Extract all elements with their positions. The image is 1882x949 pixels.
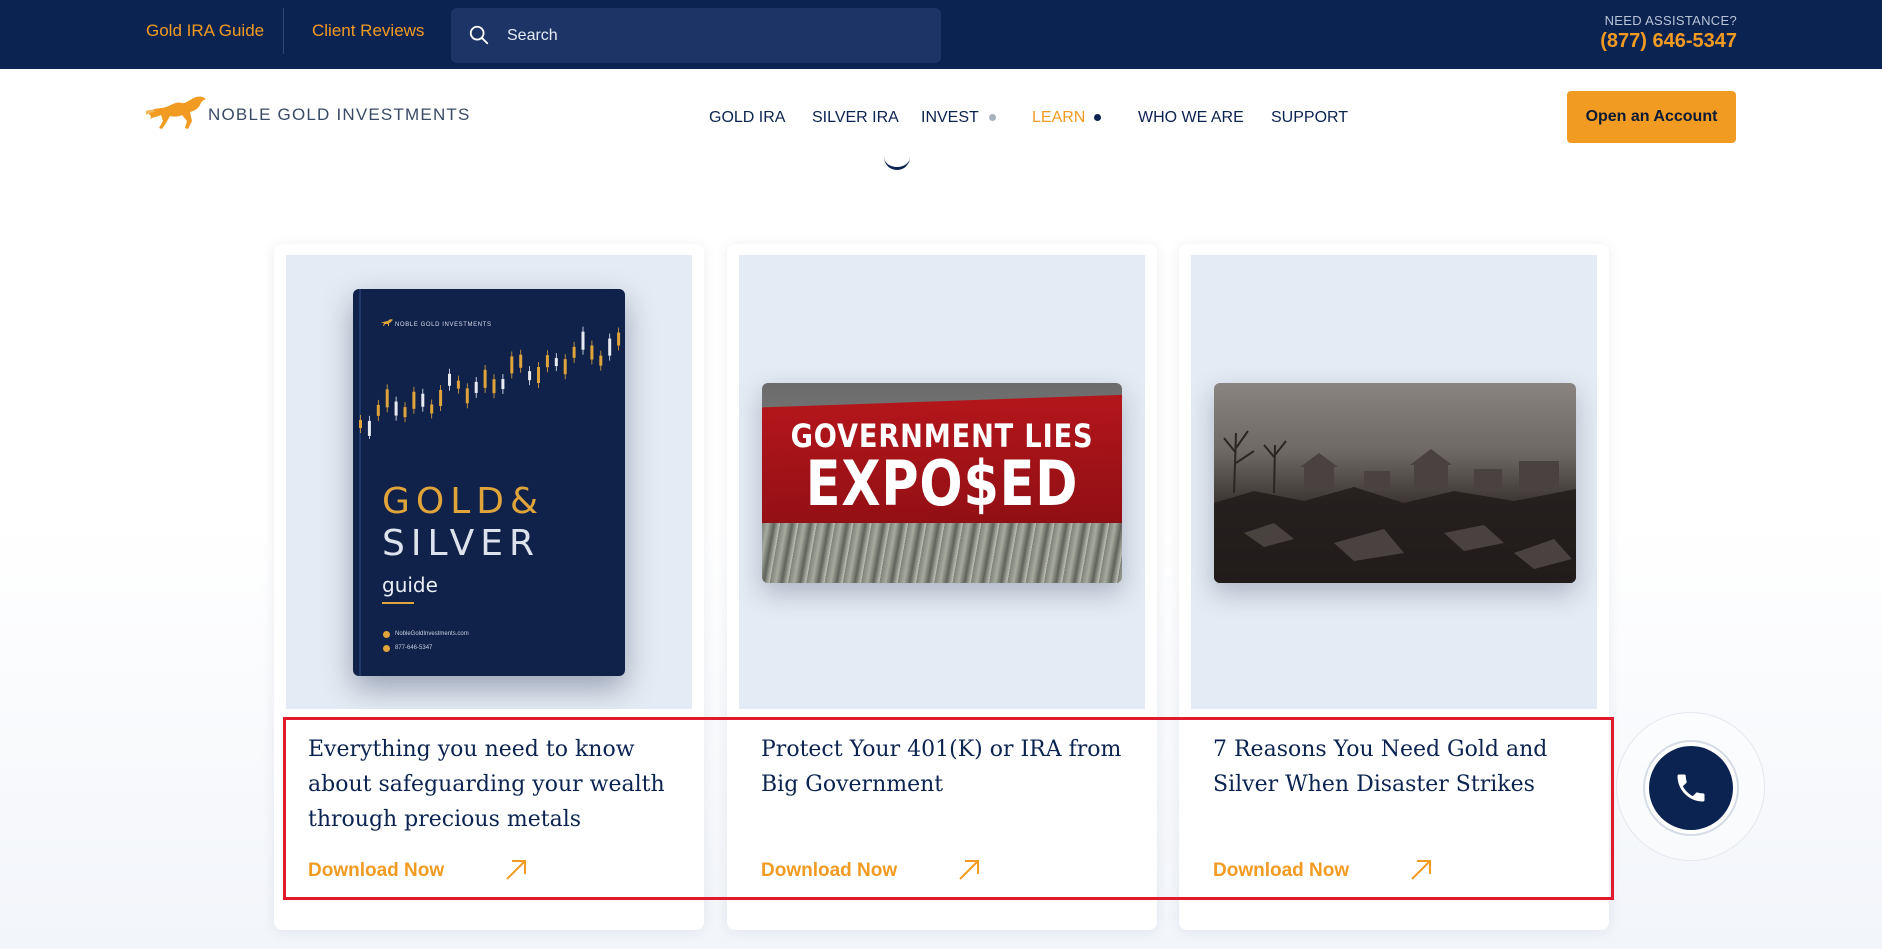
nav-learn[interactable]: LEARN <box>1032 109 1085 127</box>
candle-body <box>465 388 469 404</box>
nav-who-we-are[interactable]: WHO WE ARE <box>1138 109 1244 127</box>
card-title: Protect Your 401(K) or IRA from Big Gove… <box>761 737 1122 797</box>
candle-body <box>359 420 362 428</box>
candle-body <box>439 389 443 406</box>
candle-body <box>367 420 371 436</box>
candlestick-chart-graphic <box>359 326 621 439</box>
book-subtitle: guide <box>382 573 438 597</box>
candle-body <box>537 367 540 384</box>
candle-body <box>599 355 603 366</box>
main-nav: NOBLE GOLD INVESTMENTS GOLD IRA SILVER I… <box>0 69 1882 153</box>
client-reviews-link[interactable]: Client Reviews <box>312 21 424 41</box>
card-media: NOBLE GOLD INVESTMENTS GOLD& SILVER guid… <box>286 255 692 709</box>
search-box[interactable] <box>451 8 941 63</box>
candle-body <box>590 345 594 360</box>
arrow-up-right-icon[interactable] <box>1409 858 1433 882</box>
book-title: GOLD& SILVER <box>382 481 544 565</box>
nav-gold-ira[interactable]: GOLD IRA <box>709 109 785 127</box>
candle-body <box>519 354 523 368</box>
candle-body <box>412 391 416 409</box>
search-input[interactable] <box>507 8 927 63</box>
candle-body <box>617 332 621 346</box>
search-icon <box>469 25 489 45</box>
book-title-gold: GOLD& <box>382 481 545 522</box>
resource-card-gold-silver-guide: NOBLE GOLD INVESTMENTS GOLD& SILVER guid… <box>274 244 704 930</box>
candle-body <box>510 356 514 374</box>
gold-ira-guide-link[interactable]: Gold IRA Guide <box>146 21 264 41</box>
candle-body <box>421 393 425 407</box>
candle-body <box>501 379 505 390</box>
globe-icon <box>383 631 390 638</box>
book-divider <box>382 602 414 604</box>
phone-icon <box>1677 774 1705 802</box>
invest-dropdown-indicator <box>989 114 996 121</box>
phone-small-icon <box>383 645 390 652</box>
government-lies-image: GOVERNMENT LIES EXPO$ED <box>762 383 1122 583</box>
arrow-up-right-icon[interactable] <box>957 858 981 882</box>
candle-body <box>376 404 380 416</box>
call-button[interactable] <box>1649 746 1733 830</box>
candle-body <box>581 331 585 350</box>
need-assistance-label: NEED ASSISTANCE? <box>1604 13 1737 28</box>
disaster-scene-graphic <box>1214 430 1576 583</box>
nav-silver-ira[interactable]: SILVER IRA <box>812 109 899 127</box>
book-website: NobleGoldInvestments.com <box>395 631 469 637</box>
logo[interactable]: NOBLE GOLD INVESTMENTS <box>146 93 476 133</box>
card-media: GOVERNMENT LIES EXPO$ED <box>739 255 1145 709</box>
disaster-photo <box>1214 383 1576 583</box>
candle-body <box>483 369 487 388</box>
logo-text: NOBLE GOLD INVESTMENTS <box>208 105 471 124</box>
partially-hidden-heading <box>884 148 910 170</box>
candle-body <box>608 338 612 356</box>
guide-book-cover: NOBLE GOLD INVESTMENTS GOLD& SILVER guid… <box>353 289 625 676</box>
candle-body <box>572 346 576 358</box>
candle-body <box>448 373 451 386</box>
top-bar: Gold IRA Guide Client Reviews NEED ASSIS… <box>0 0 1882 69</box>
card-title: 7 Reasons You Need Gold and Silver When … <box>1213 737 1548 797</box>
resource-card-government-lies: GOVERNMENT LIES EXPO$ED Protect Your 401… <box>727 244 1157 930</box>
candle-body <box>474 381 478 393</box>
resource-card-disaster: 7 Reasons You Need Gold and Silver When … <box>1179 244 1609 930</box>
top-divider <box>283 8 284 54</box>
candle-body <box>528 371 532 381</box>
candle-body <box>545 355 549 368</box>
candle-body <box>385 389 389 408</box>
assistance-phone-link[interactable]: (877) 646-5347 <box>1600 30 1737 53</box>
image-headline-line-2: EXPO$ED <box>805 447 1079 520</box>
candle-body <box>403 407 407 418</box>
candle-body <box>456 380 460 389</box>
horse-icon <box>146 96 206 129</box>
candle-body <box>430 404 434 414</box>
dollar-bill-graphic <box>762 523 1122 583</box>
card-media <box>1191 255 1597 709</box>
card-title: Everything you need to know about safegu… <box>308 737 665 832</box>
download-now-link[interactable]: Download Now <box>308 860 444 882</box>
download-now-link[interactable]: Download Now <box>761 860 897 882</box>
arrow-up-right-icon[interactable] <box>504 858 528 882</box>
nav-support[interactable]: SUPPORT <box>1271 109 1348 127</box>
candle-body <box>563 359 567 375</box>
learn-dropdown-indicator <box>1094 114 1101 121</box>
candle-body <box>394 401 398 416</box>
book-phone: 877-646-5347 <box>395 645 433 651</box>
download-now-link[interactable]: Download Now <box>1213 860 1349 882</box>
candle-body <box>492 379 496 394</box>
book-title-silver: SILVER <box>382 523 540 564</box>
nav-invest[interactable]: INVEST <box>921 109 979 127</box>
candle-body <box>554 358 558 367</box>
open-account-button[interactable]: Open an Account <box>1567 91 1736 143</box>
